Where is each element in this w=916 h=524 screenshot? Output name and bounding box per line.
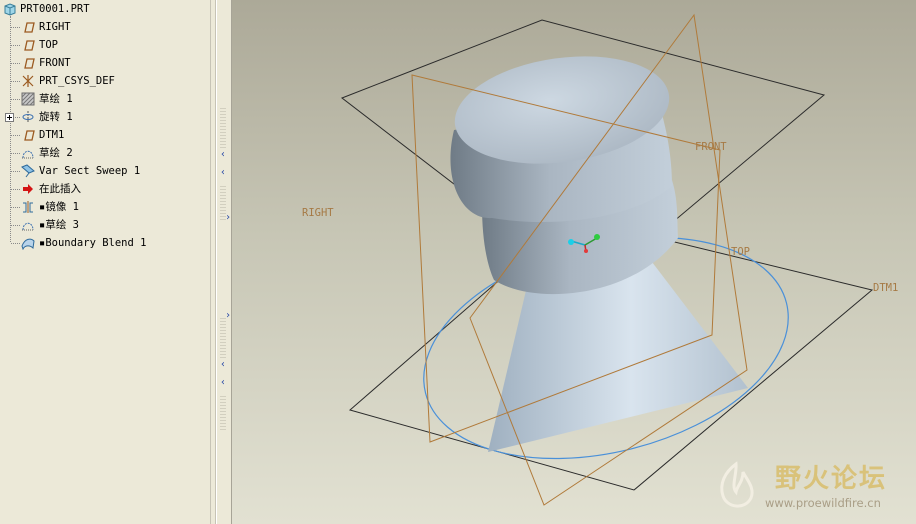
sweep-icon <box>21 164 35 178</box>
revolve-icon <box>22 111 34 123</box>
sash-bar[interactable]: ‹ ‹ ‹ ‹ <box>216 0 232 524</box>
datum-label-top: TOP <box>731 246 750 258</box>
watermark-url: www.proewildfire.cn <box>765 496 881 510</box>
tree-item-label: 草绘 1 <box>39 93 73 105</box>
tree-item-label: FRONT <box>39 57 71 69</box>
forum-watermark: 野火论坛 www.proewildfire.cn <box>705 456 912 518</box>
tree-root-label: PRT0001.PRT <box>20 3 90 15</box>
tree-item-front[interactable]: FRONT <box>0 54 210 72</box>
graphics-viewport[interactable]: RIGHT FRONT TOP DTM1 <box>232 0 916 524</box>
boundary-blend-icon <box>21 238 35 250</box>
expand-plus-icon[interactable] <box>5 113 14 122</box>
datum-plane-icon <box>24 40 35 51</box>
tree-item-var-sect-sweep-1[interactable]: Var Sect Sweep 1 <box>0 162 210 180</box>
tree-item-dtm1[interactable]: DTM1 <box>0 126 210 144</box>
datum-plane-icon <box>24 22 35 33</box>
datum-label-dtm1: DTM1 <box>873 282 898 294</box>
tree-item-label: RIGHT <box>39 21 71 33</box>
tree-item-label: 旋转 1 <box>39 111 73 123</box>
model-tree-panel: PRT0001.PRT RIGHT TOP FRONT PRT_CSYS_DEF… <box>0 0 210 524</box>
collapse-left-icon[interactable]: ‹ <box>220 168 226 178</box>
tree-item-label: TOP <box>39 39 58 51</box>
sketch-icon <box>22 222 34 231</box>
tree-item-mirror-1[interactable]: ▪镜像 1 <box>0 198 210 216</box>
part-icon <box>4 3 16 16</box>
expand-right-icon[interactable]: › <box>225 310 231 321</box>
datum-plane-icon <box>24 130 35 141</box>
tree-item-sketch-3[interactable]: ▪草绘 3 <box>0 216 210 234</box>
sash-grip[interactable] <box>220 318 226 358</box>
tree-item-csys[interactable]: PRT_CSYS_DEF <box>0 72 210 90</box>
insert-here-arrow-icon <box>23 184 33 194</box>
tree-item-top[interactable]: TOP <box>0 36 210 54</box>
tree-item-sketch-1[interactable]: 草绘 1 <box>0 90 210 108</box>
model-canvas[interactable]: RIGHT FRONT TOP DTM1 <box>232 0 916 524</box>
tree-item-boundary-blend-1[interactable]: ▪Boundary Blend 1 <box>0 234 210 252</box>
tree-item-label: DTM1 <box>39 129 65 141</box>
watermark-title: 野火论坛 <box>775 464 888 494</box>
tree-item-label: 草绘 2 <box>39 147 73 159</box>
mirror-icon <box>23 201 33 213</box>
sash-grip[interactable] <box>220 108 226 148</box>
sketch-icon <box>22 150 34 159</box>
tree-item-label: ▪草绘 3 <box>39 219 79 231</box>
tree-item-sketch-2[interactable]: 草绘 2 <box>0 144 210 162</box>
sketch-hatched-icon <box>21 92 35 106</box>
collapse-left-icon[interactable]: ‹ <box>220 150 226 160</box>
tree-root[interactable]: PRT0001.PRT <box>0 0 210 18</box>
datum-label-right: RIGHT <box>302 207 334 219</box>
tree-item-label: ▪Boundary Blend 1 <box>39 237 147 249</box>
sash-grip[interactable] <box>220 396 226 430</box>
datum-label-front: FRONT <box>695 141 727 153</box>
collapse-left-icon[interactable]: ‹ <box>220 378 226 388</box>
tree-item-revolve-1[interactable]: 旋转 1 <box>0 108 210 126</box>
collapse-left-icon[interactable]: ‹ <box>220 360 226 370</box>
flame-logo-icon <box>720 461 754 508</box>
tree-item-insert-here[interactable]: 在此插入 <box>0 180 210 198</box>
tree-item-label: ▪镜像 1 <box>39 201 79 213</box>
expand-right-icon[interactable]: › <box>225 212 231 223</box>
csys-icon <box>22 75 34 87</box>
datum-plane-icon <box>24 58 35 69</box>
tree-item-right[interactable]: RIGHT <box>0 18 210 36</box>
tree-item-label: PRT_CSYS_DEF <box>39 75 115 87</box>
tree-item-label: 在此插入 <box>39 183 81 195</box>
tree-item-label: Var Sect Sweep 1 <box>39 165 141 177</box>
